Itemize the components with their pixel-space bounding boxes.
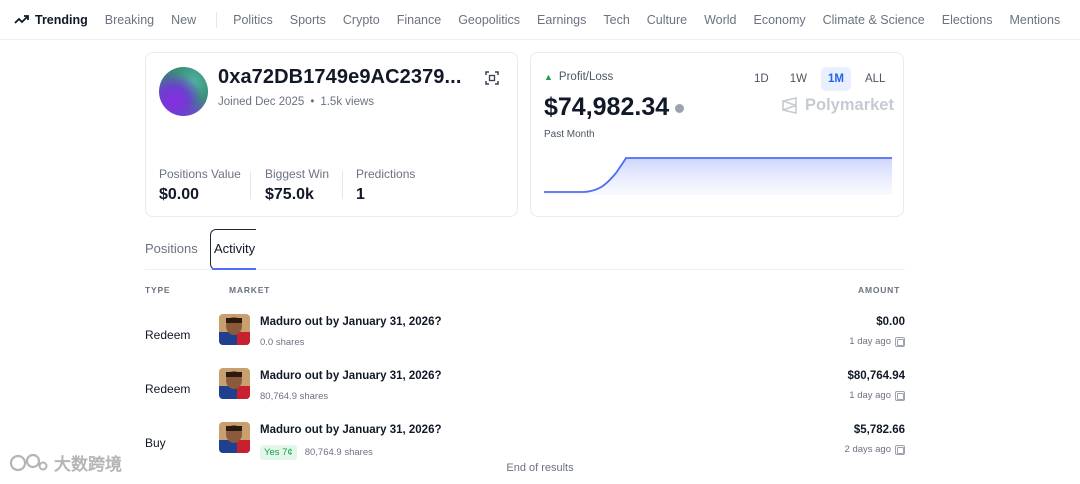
pnl-value: $74,982.34 [544,93,685,122]
up-triangle-icon: ▲ [544,72,553,82]
polymarket-logo-icon [782,97,797,114]
shares-text: 0.0 shares [260,337,305,348]
stat-divider [342,171,343,199]
activity-time: 2 days ago [845,444,905,455]
watermark-text: 大数跨境 [54,455,122,474]
stat-biggest-win: Biggest Win $75.0k [265,167,329,204]
column-header-market: MARKET [229,285,271,295]
timeframe-1m[interactable]: 1M [820,67,851,91]
profile-meta: Joined Dec 2025 • 1.5k views [218,96,375,108]
nav-trending-label: Trending [35,12,88,27]
nav-culture[interactable]: Culture [647,13,687,27]
profile-card: 0xa72DB1749e9AC2379... Joined Dec 2025 • 1… [145,52,518,217]
nav-elections[interactable]: Elections [942,13,993,27]
watermark: 大数跨境 [8,450,122,475]
nav-new[interactable]: New [171,13,196,27]
info-icon[interactable] [675,104,685,113]
activity-time: 1 day ago [849,390,905,401]
external-link-icon[interactable] [895,336,905,347]
tab-active-indicator [212,268,256,270]
time-text: 2 days ago [844,444,891,455]
polymarket-brand-text: Polymarket [805,96,894,114]
time-text: 1 day ago [849,390,891,401]
timeframe-all[interactable]: ALL [858,67,892,91]
market-title[interactable]: Maduro out by January 31, 2026? [260,316,442,328]
joined-date: Joined Dec 2025 [218,96,305,108]
market-thumbnail[interactable] [219,368,250,399]
timeframe-selector: 1D 1W 1M ALL [740,67,892,91]
external-link-icon[interactable] [895,390,905,401]
stat-value: 1 [356,186,365,203]
outcome-badge: Yes 7¢ [260,445,297,460]
pnl-chart [544,157,892,195]
nav-politics[interactable]: Politics [233,13,273,27]
nav-world[interactable]: World [704,13,736,27]
trending-icon [14,14,29,24]
avatar [159,67,208,116]
profile-tabs: Positions Activity [145,229,905,270]
market-thumbnail[interactable] [219,314,250,345]
stat-label: Predictions [356,167,416,181]
column-header-amount: AMOUNT [858,285,901,295]
shares-text: 80,764.9 shares [260,391,329,402]
tab-activity[interactable]: Activity [214,241,255,256]
activity-amount: $80,764.94 [847,370,905,382]
nav-breaking[interactable]: Breaking [105,13,154,27]
profit-loss-card: ▲ Profit/Loss $74,982.34 Past Month 1D 1… [530,52,904,217]
nav-trending[interactable]: Trending [14,13,88,27]
view-count: 1.5k views [320,96,375,108]
pnl-label: ▲ Profit/Loss [544,71,613,83]
activity-type: Redeem [145,382,191,396]
pnl-label-text: Profit/Loss [558,71,614,83]
nav-mentions[interactable]: Mentions [1009,13,1060,27]
stat-label: Biggest Win [265,167,330,181]
nav-tech[interactable]: Tech [603,13,629,27]
nav-economy[interactable]: Economy [754,13,806,27]
stat-value: $0.00 [159,186,200,203]
activity-amount: $5,782.66 [853,424,905,436]
nav-geopolitics[interactable]: Geopolitics [458,13,520,27]
shares-text: 80,764.9 shares [304,447,373,458]
stat-positions-value: Positions Value $0.00 [159,167,241,204]
external-link-icon[interactable] [895,444,905,455]
stat-predictions: Predictions 1 [356,167,415,204]
tab-positions[interactable]: Positions [145,241,198,256]
activity-shares: 0.0 shares [260,337,304,348]
time-text: 1 day ago [849,336,891,347]
nav-crypto[interactable]: Crypto [343,13,380,27]
activity-type: Redeem [145,328,191,342]
timeframe-1w[interactable]: 1W [783,67,814,91]
nav-sports[interactable]: Sports [290,13,326,27]
nav-climate-science[interactable]: Climate & Science [823,13,925,27]
activity-amount: $0.00 [876,316,905,328]
stat-label: Positions Value [159,167,241,181]
end-of-results: End of results [506,462,574,474]
market-thumbnail[interactable] [219,422,250,453]
activity-row[interactable]: Redeem Maduro out by January 31, 2026? 0… [145,308,905,362]
nav-earnings[interactable]: Earnings [537,13,586,27]
column-header-type: TYPE [145,285,171,295]
market-title[interactable]: Maduro out by January 31, 2026? [260,424,442,436]
activity-type: Buy [145,436,166,450]
nav-finance[interactable]: Finance [397,13,441,27]
qr-scan-icon[interactable] [485,71,499,85]
stat-divider [250,171,251,199]
nav-divider [216,11,218,28]
activity-shares: 80,764.9 shares [260,391,328,402]
polymarket-brand: Polymarket [781,96,894,115]
activity-time: 1 day ago [849,336,905,347]
pnl-amount: $74,982.34 [544,93,670,121]
timeframe-1d[interactable]: 1D [747,67,776,91]
wallet-address: 0xa72DB1749e9AC2379... [218,66,462,88]
stat-value: $75.0k [265,186,314,203]
activity-shares: Yes 7¢ 80,764.9 shares [260,445,373,460]
watermark-logo-icon [9,453,48,471]
top-nav: Trending Breaking New Politics Sports Cr… [0,0,1080,40]
activity-row[interactable]: Redeem Maduro out by January 31, 2026? 8… [145,362,905,416]
pnl-period: Past Month [544,129,595,140]
market-title[interactable]: Maduro out by January 31, 2026? [260,370,442,382]
